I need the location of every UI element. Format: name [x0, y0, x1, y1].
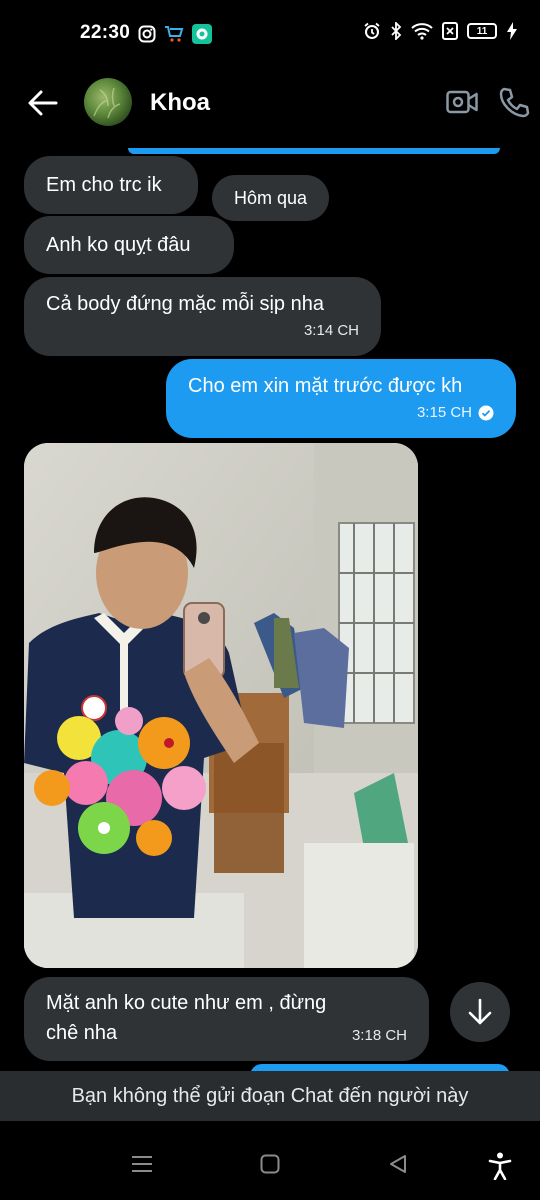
video-call-icon[interactable] [446, 88, 478, 116]
alarm-icon [364, 22, 380, 39]
message-time: 3:15 CH [416, 404, 472, 421]
message-time: 3:14 CH [303, 322, 359, 339]
system-nav-bar [0, 1130, 540, 1200]
chat-app-icon [192, 24, 212, 44]
system-status-icons: 11 [363, 22, 518, 40]
avatar[interactable] [84, 78, 132, 126]
message-text: Mặt anh ko cute như em , đừng chê nha [46, 992, 327, 1044]
notification-icons [138, 24, 212, 44]
message-bubble-incoming[interactable]: Em cho trc ik [24, 156, 198, 214]
message-text: Anh ko quỵt đâu [46, 234, 191, 256]
message-bubble-outgoing[interactable]: Cho em xin mặt trước được kh 3:15 CH [166, 359, 516, 438]
message-bubble-incoming[interactable]: Anh ko quỵt đâu [24, 216, 234, 274]
contact-name[interactable]: Khoa [150, 89, 210, 117]
arrow-down-icon [468, 998, 492, 1025]
photo-message[interactable] [24, 443, 418, 968]
status-time: 22:30 [80, 22, 131, 43]
bluetooth-icon [391, 22, 402, 40]
accessibility-icon[interactable] [488, 1152, 512, 1180]
message-time: 3:18 CH [351, 1027, 407, 1044]
message-time-status: 3:15 CH [417, 398, 494, 428]
scroll-to-bottom-button[interactable] [450, 982, 510, 1042]
wifi-icon [411, 23, 433, 40]
back-arrow-icon[interactable] [26, 86, 60, 120]
message-text: Cho em xin mặt trước được kh [188, 375, 463, 397]
read-check-icon [478, 405, 494, 421]
back-triangle-icon[interactable] [388, 1154, 408, 1174]
sim-icon [442, 22, 458, 40]
battery-icon: 11 [467, 23, 497, 39]
home-icon[interactable] [260, 1154, 280, 1174]
message-bubble-incoming[interactable]: Mặt anh ko cute như em , đừng chê nha 3:… [24, 977, 429, 1061]
instagram-icon [138, 25, 156, 43]
message-bubble-incoming[interactable]: Cả body đứng mặc mỗi sịp nha 3:14 CH [24, 277, 381, 356]
phone-call-icon[interactable] [498, 86, 530, 118]
shopping-cart-icon [165, 26, 184, 42]
message-text: Cả body đứng mặc mỗi sịp nha [46, 293, 324, 315]
date-separator: Hôm qua [212, 175, 329, 221]
selfie-photo [24, 443, 418, 968]
status-bar: 22:30 11 [0, 0, 540, 64]
blocked-notice: Bạn không thể gửi đoạn Chat đến người nà… [0, 1071, 540, 1121]
previous-message-edge [128, 148, 500, 154]
menu-icon[interactable] [131, 1154, 153, 1174]
chat-header: Khoa [0, 64, 540, 146]
charging-icon [507, 22, 517, 40]
message-text: Em cho trc ik [46, 174, 162, 196]
